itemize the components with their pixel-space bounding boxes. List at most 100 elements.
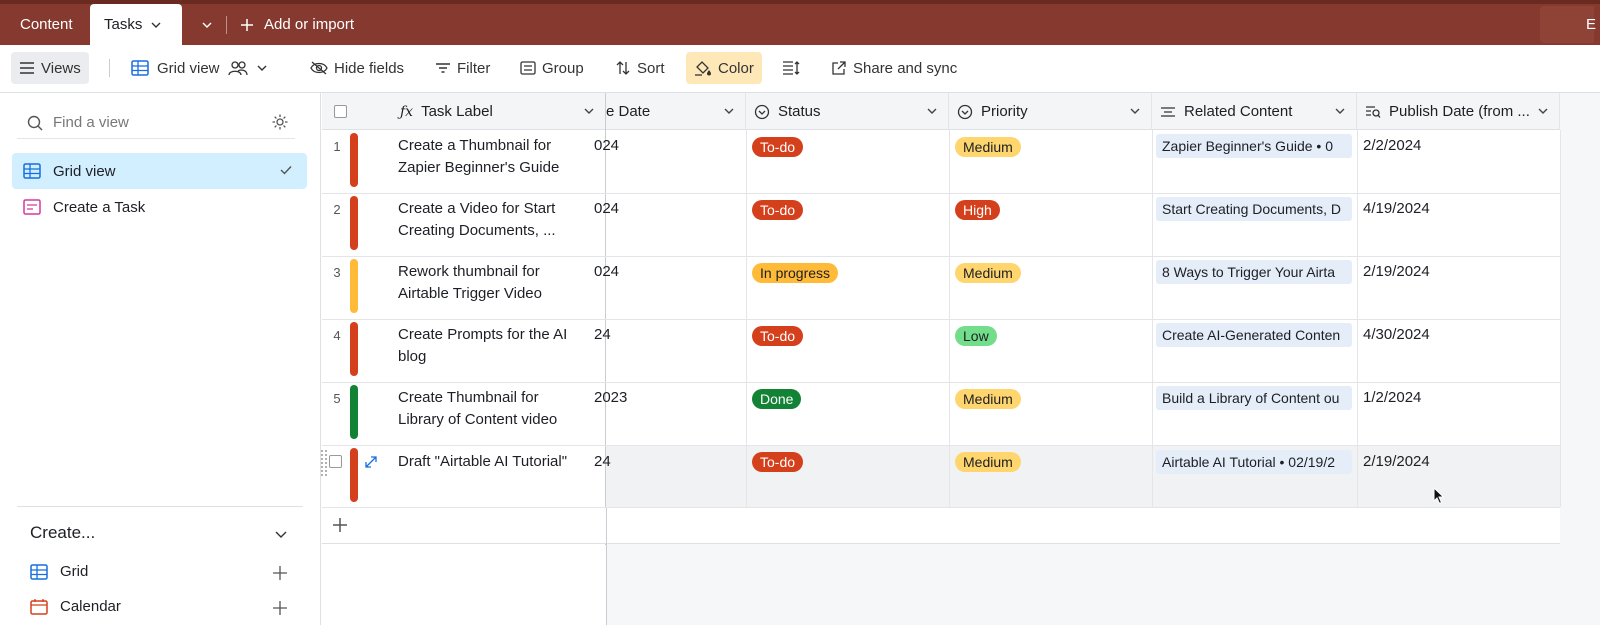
publish-date-cell[interactable]: 2/19/2024 <box>1363 451 1430 473</box>
hamburger-icon <box>20 62 34 74</box>
plus-icon[interactable] <box>332 517 348 533</box>
sidebar-divider <box>17 506 303 507</box>
task-label-line: Creating Documents, ... <box>398 222 556 239</box>
chevron-down-icon[interactable] <box>1537 105 1549 117</box>
task-label-line: Create a Video for Start <box>398 200 556 217</box>
priority-badge[interactable]: Medium <box>955 263 1021 283</box>
select-all-cell[interactable] <box>322 93 392 130</box>
create-grid-item[interactable]: Grid <box>30 563 88 580</box>
due-date-cell[interactable]: 24 <box>594 324 611 346</box>
color-label: Color <box>718 59 754 77</box>
row-number: 5 <box>333 391 341 406</box>
row-divider <box>322 319 1560 320</box>
tab-content[interactable]: Content <box>10 4 83 45</box>
external-link-icon <box>832 61 846 75</box>
priority-badge[interactable]: Medium <box>955 137 1021 157</box>
tab-tasks[interactable]: Tasks <box>90 4 182 45</box>
row-checkbox[interactable] <box>329 455 342 468</box>
related-content-chip[interactable]: Start Creating Documents, D <box>1156 197 1352 221</box>
chevron-down-icon[interactable] <box>150 19 162 31</box>
row-height-button[interactable] <box>774 52 808 84</box>
status-badge[interactable]: To-do <box>752 200 804 220</box>
due-date-cell[interactable]: 24 <box>594 451 611 473</box>
plus-icon[interactable] <box>272 600 288 616</box>
filter-button[interactable]: Filter <box>427 52 498 84</box>
add-record-row[interactable] <box>322 508 1560 544</box>
tab-divider <box>226 16 227 34</box>
extensions-label: E <box>1586 16 1597 33</box>
check-icon <box>280 166 292 175</box>
color-button[interactable]: Color <box>686 52 762 84</box>
column-header-due-date[interactable]: e Date <box>606 93 746 130</box>
chevron-down-icon[interactable] <box>583 105 595 117</box>
sort-button[interactable]: Sort <box>607 52 673 84</box>
grid-view-button[interactable]: Grid view <box>123 52 276 84</box>
chevron-down-icon[interactable] <box>274 529 288 541</box>
chevron-down-icon[interactable] <box>1129 105 1141 117</box>
publish-date-cell[interactable]: 4/19/2024 <box>1363 198 1430 220</box>
status-badge[interactable]: To-do <box>752 452 804 472</box>
task-label-cell[interactable]: Rework thumbnail for Airtable Trigger Vid… <box>398 261 542 305</box>
expand-record-icon[interactable] <box>364 455 378 469</box>
task-label-cell[interactable]: Create a Video for Start Creating Documen… <box>398 198 556 242</box>
priority-badge[interactable]: High <box>955 200 1000 220</box>
tabs-more-button[interactable] <box>190 4 224 45</box>
task-label-cell[interactable]: Create Thumbnail for Library of Content v… <box>398 387 557 431</box>
task-label-cell[interactable]: Draft "Airtable AI Tutorial" <box>398 451 567 473</box>
sidebar-item-create-task[interactable]: Create a Task <box>12 189 307 225</box>
column-header-status[interactable]: Status <box>746 93 949 130</box>
share-sync-label: Share and sync <box>853 59 958 77</box>
sidebar-item-grid-view[interactable]: Grid view <box>12 153 307 189</box>
column-header-related-content[interactable]: Related Content <box>1152 93 1357 130</box>
group-button[interactable]: Group <box>512 52 592 84</box>
task-label-line: Zapier Beginner's Guide <box>398 159 560 176</box>
publish-date-cell[interactable]: 1/2/2024 <box>1363 387 1421 409</box>
views-label: Views <box>41 59 81 77</box>
share-sync-button[interactable]: Share and sync <box>823 52 965 84</box>
column-header-publish-date[interactable]: Publish Date (from ... <box>1357 93 1560 130</box>
related-content-chip[interactable]: Zapier Beginner's Guide • 0 <box>1156 134 1352 158</box>
due-date-cell[interactable]: 024 <box>594 135 619 157</box>
sort-icon <box>616 61 630 75</box>
related-content-chip[interactable]: Build a Library of Content ou <box>1156 386 1352 410</box>
task-label-cell[interactable]: Create a Thumbnail for Zapier Beginner's … <box>398 135 559 179</box>
plus-icon[interactable] <box>272 565 288 581</box>
publish-date-cell[interactable]: 4/30/2024 <box>1363 324 1430 346</box>
priority-badge[interactable]: Medium <box>955 452 1021 472</box>
column-header-task-label[interactable]: ƒx Task Label <box>392 93 606 130</box>
row-drag-handle[interactable] <box>320 449 328 477</box>
select-all-checkbox[interactable] <box>334 105 347 118</box>
create-calendar-item[interactable]: Calendar <box>30 598 121 615</box>
due-date-cell[interactable]: 024 <box>594 198 619 220</box>
status-badge[interactable]: To-do <box>752 137 804 157</box>
chevron-down-icon[interactable] <box>723 105 735 117</box>
related-content-chip[interactable]: Airtable AI Tutorial • 02/19/2 <box>1156 450 1352 474</box>
related-content-chip[interactable]: 8 Ways to Trigger Your Airta <box>1156 260 1352 284</box>
gear-icon[interactable] <box>271 113 289 131</box>
priority-badge[interactable]: Low <box>955 326 997 346</box>
status-badge[interactable]: In progress <box>752 263 839 283</box>
add-or-import-button[interactable]: Add or import <box>240 4 354 45</box>
task-label-cell[interactable]: Create Prompts for the AI blog <box>398 324 567 368</box>
task-label-line: Create Thumbnail for <box>398 389 539 406</box>
sidebar-item-label: Grid view <box>53 162 116 180</box>
views-button[interactable]: Views <box>11 52 89 84</box>
chevron-down-icon[interactable] <box>1334 105 1346 117</box>
chevron-down-icon[interactable] <box>926 105 938 117</box>
publish-date-cell[interactable]: 2/2/2024 <box>1363 135 1421 157</box>
left-pane-divider <box>606 508 607 625</box>
sort-label: Sort <box>637 59 665 77</box>
status-badge[interactable]: To-do <box>752 326 804 346</box>
column-header-priority[interactable]: Priority <box>949 93 1152 130</box>
due-date-cell[interactable]: 024 <box>594 261 619 283</box>
publish-date-cell[interactable]: 2/19/2024 <box>1363 261 1430 283</box>
find-view-search[interactable]: Find a view <box>17 107 295 139</box>
hide-fields-button[interactable]: Hide fields <box>302 52 412 84</box>
eye-slash-icon <box>310 61 328 75</box>
create-heading[interactable]: Create... <box>30 523 95 543</box>
data-grid: ƒx Task Label e Date Status Priority Rel… <box>320 93 1600 625</box>
due-date-cell[interactable]: 2023 <box>594 387 627 409</box>
related-content-chip[interactable]: Create AI-Generated Conten <box>1156 323 1352 347</box>
priority-badge[interactable]: Medium <box>955 389 1021 409</box>
status-badge[interactable]: Done <box>752 389 802 409</box>
